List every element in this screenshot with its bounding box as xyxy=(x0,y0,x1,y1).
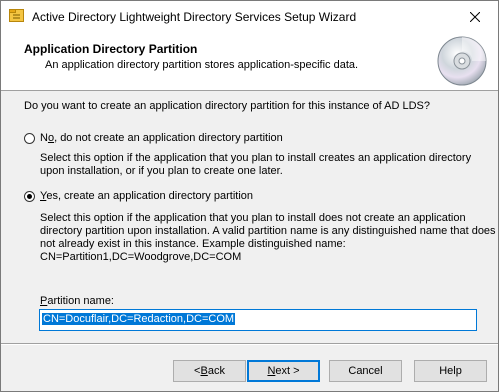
partition-name-input[interactable]: CN=Docuflair,DC=Redaction,DC=COM xyxy=(39,309,477,331)
cd-disc-icon xyxy=(437,36,487,86)
setup-wizard-window: Active Directory Lightweight Directory S… xyxy=(0,0,499,392)
page-title: Application Directory Partition xyxy=(24,42,198,56)
back-button[interactable]: < Back xyxy=(173,360,246,382)
button-divider xyxy=(1,343,498,345)
partition-name-value[interactable]: CN=Docuflair,DC=Redaction,DC=COM xyxy=(42,313,236,325)
wizard-header: Application Directory Partition An appli… xyxy=(1,32,498,91)
folder-tree-icon xyxy=(9,9,24,22)
page-subtitle: An application directory partition store… xyxy=(45,59,359,71)
radio-no-partition[interactable]: No, do not create an application directo… xyxy=(24,132,283,144)
radio-button-yes[interactable] xyxy=(24,190,35,202)
question-text: Do you want to create an application dir… xyxy=(24,100,430,112)
cancel-button[interactable]: Cancel xyxy=(329,360,402,382)
close-button[interactable] xyxy=(452,1,498,32)
radio-yes-partition[interactable]: Yes, create an application directory par… xyxy=(24,190,253,202)
partition-name-label: Partition name: xyxy=(40,295,114,307)
title-bar[interactable]: Active Directory Lightweight Directory S… xyxy=(1,1,498,32)
next-button[interactable]: Next > xyxy=(247,360,320,382)
radio-yes-label: Yes, create an application directory par… xyxy=(40,190,253,202)
radio-no-label: No, do not create an application directo… xyxy=(40,132,283,144)
radio-yes-description: Select this option if the application th… xyxy=(40,212,496,263)
window-title: Active Directory Lightweight Directory S… xyxy=(32,10,357,24)
help-button[interactable]: Help xyxy=(414,360,487,382)
radio-no-description: Select this option if the application th… xyxy=(40,152,472,177)
close-icon xyxy=(470,11,480,22)
radio-button-no[interactable] xyxy=(24,132,35,144)
